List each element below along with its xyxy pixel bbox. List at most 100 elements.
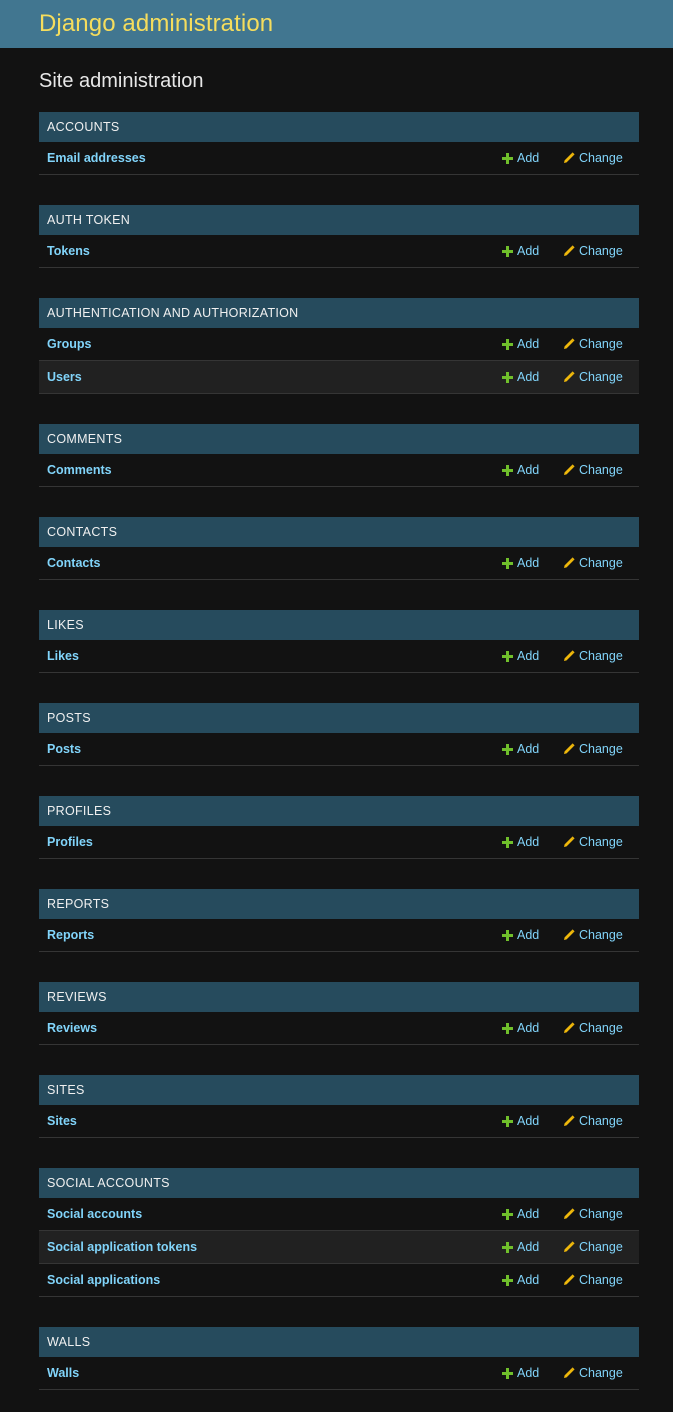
- model-row-walls: Walls Add Change: [39, 1357, 639, 1390]
- app-module-reports: REPORTS Reports Add Change: [39, 889, 639, 952]
- app-caption[interactable]: POSTS: [39, 703, 639, 733]
- model-link-social-applications[interactable]: Social applications: [39, 1273, 160, 1287]
- model-link-walls[interactable]: Walls: [39, 1366, 79, 1380]
- site-header: Django administration: [0, 0, 673, 48]
- app-caption[interactable]: PROFILES: [39, 796, 639, 826]
- model-row-users: Users Add Change: [39, 361, 639, 394]
- add-button[interactable]: Add: [501, 142, 539, 174]
- model-link-posts[interactable]: Posts: [39, 742, 81, 756]
- app-caption[interactable]: LIKES: [39, 610, 639, 640]
- change-button[interactable]: Change: [563, 733, 623, 765]
- model-link-social-application-tokens[interactable]: Social application tokens: [39, 1240, 197, 1254]
- app-caption[interactable]: WALLS: [39, 1327, 639, 1357]
- pencil-icon: [563, 650, 575, 662]
- app-caption[interactable]: SITES: [39, 1075, 639, 1105]
- app-module-comments: COMMENTS Comments Add Change: [39, 424, 639, 487]
- model-link-sites[interactable]: Sites: [39, 1114, 77, 1128]
- change-button[interactable]: Change: [563, 547, 623, 579]
- plus-icon: [501, 836, 513, 848]
- add-label: Add: [517, 1207, 540, 1221]
- change-label: Change: [579, 835, 623, 849]
- app-caption[interactable]: CONTACTS: [39, 517, 639, 547]
- add-button[interactable]: Add: [501, 328, 539, 360]
- app-caption[interactable]: SOCIAL ACCOUNTS: [39, 1168, 639, 1198]
- add-label: Add: [517, 1114, 540, 1128]
- add-button[interactable]: Add: [501, 919, 539, 951]
- change-button[interactable]: Change: [563, 1198, 623, 1230]
- model-link-users[interactable]: Users: [39, 370, 82, 384]
- add-button[interactable]: Add: [501, 1357, 539, 1389]
- change-button[interactable]: Change: [563, 1357, 623, 1389]
- model-link-reviews[interactable]: Reviews: [39, 1021, 97, 1035]
- change-button[interactable]: Change: [563, 361, 623, 393]
- app-module-walls: WALLS Walls Add Change: [39, 1327, 639, 1390]
- app-module-profiles: PROFILES Profiles Add Change: [39, 796, 639, 859]
- add-button[interactable]: Add: [501, 235, 539, 267]
- change-label: Change: [579, 1240, 623, 1254]
- change-button[interactable]: Change: [563, 454, 623, 486]
- change-label: Change: [579, 1021, 623, 1035]
- change-button[interactable]: Change: [563, 1264, 623, 1296]
- pencil-icon: [563, 1241, 575, 1253]
- change-label: Change: [579, 742, 623, 756]
- change-label: Change: [579, 649, 623, 663]
- model-row-sites: Sites Add Change: [39, 1105, 639, 1138]
- app-module-social-accounts: SOCIAL ACCOUNTS Social accounts Add Change S…: [39, 1168, 639, 1297]
- app-caption[interactable]: COMMENTS: [39, 424, 639, 454]
- change-button[interactable]: Change: [563, 919, 623, 951]
- pencil-icon: [563, 1367, 575, 1379]
- change-button[interactable]: Change: [563, 826, 623, 858]
- model-link-contacts[interactable]: Contacts: [39, 556, 100, 570]
- model-row-likes: Likes Add Change: [39, 640, 639, 673]
- change-button[interactable]: Change: [563, 235, 623, 267]
- model-link-comments[interactable]: Comments: [39, 463, 112, 477]
- app-caption[interactable]: REVIEWS: [39, 982, 639, 1012]
- pencil-icon: [563, 836, 575, 848]
- add-button[interactable]: Add: [501, 454, 539, 486]
- app-caption[interactable]: AUTHENTICATION AND AUTHORIZATION: [39, 298, 639, 328]
- add-button[interactable]: Add: [501, 733, 539, 765]
- change-button[interactable]: Change: [563, 1231, 623, 1263]
- change-label: Change: [579, 151, 623, 165]
- plus-icon: [501, 557, 513, 569]
- app-caption[interactable]: REPORTS: [39, 889, 639, 919]
- change-button[interactable]: Change: [563, 1105, 623, 1137]
- add-button[interactable]: Add: [501, 1264, 539, 1296]
- change-button[interactable]: Change: [563, 640, 623, 672]
- model-row-contacts: Contacts Add Change: [39, 547, 639, 580]
- app-caption[interactable]: AUTH TOKEN: [39, 205, 639, 235]
- model-link-tokens[interactable]: Tokens: [39, 244, 90, 258]
- add-button[interactable]: Add: [501, 1012, 539, 1044]
- change-button[interactable]: Change: [563, 1012, 623, 1044]
- add-button[interactable]: Add: [501, 640, 539, 672]
- change-button[interactable]: Change: [563, 328, 623, 360]
- add-label: Add: [517, 244, 540, 258]
- app-module-sites: SITES Sites Add Change: [39, 1075, 639, 1138]
- model-link-likes[interactable]: Likes: [39, 649, 79, 663]
- change-button[interactable]: Change: [563, 142, 623, 174]
- plus-icon: [501, 464, 513, 476]
- add-button[interactable]: Add: [501, 1198, 539, 1230]
- site-branding-link[interactable]: Django administration: [39, 10, 273, 38]
- model-link-groups[interactable]: Groups: [39, 337, 91, 351]
- add-button[interactable]: Add: [501, 547, 539, 579]
- add-label: Add: [517, 556, 540, 570]
- add-button[interactable]: Add: [501, 1105, 539, 1137]
- add-button[interactable]: Add: [501, 1231, 539, 1263]
- model-link-social-accounts[interactable]: Social accounts: [39, 1207, 142, 1221]
- model-link-email-addresses[interactable]: Email addresses: [39, 151, 146, 165]
- plus-icon: [501, 743, 513, 755]
- add-label: Add: [517, 337, 540, 351]
- add-button[interactable]: Add: [501, 826, 539, 858]
- model-row-groups: Groups Add Change: [39, 328, 639, 361]
- model-link-profiles[interactable]: Profiles: [39, 835, 93, 849]
- add-button[interactable]: Add: [501, 361, 539, 393]
- change-label: Change: [579, 1273, 623, 1287]
- app-caption[interactable]: ACCOUNTS: [39, 112, 639, 142]
- change-label: Change: [579, 337, 623, 351]
- app-module-contacts: CONTACTS Contacts Add Change: [39, 517, 639, 580]
- model-row-reports: Reports Add Change: [39, 919, 639, 952]
- model-link-reports[interactable]: Reports: [39, 928, 94, 942]
- add-label: Add: [517, 928, 540, 942]
- app-module-likes: LIKES Likes Add Change: [39, 610, 639, 673]
